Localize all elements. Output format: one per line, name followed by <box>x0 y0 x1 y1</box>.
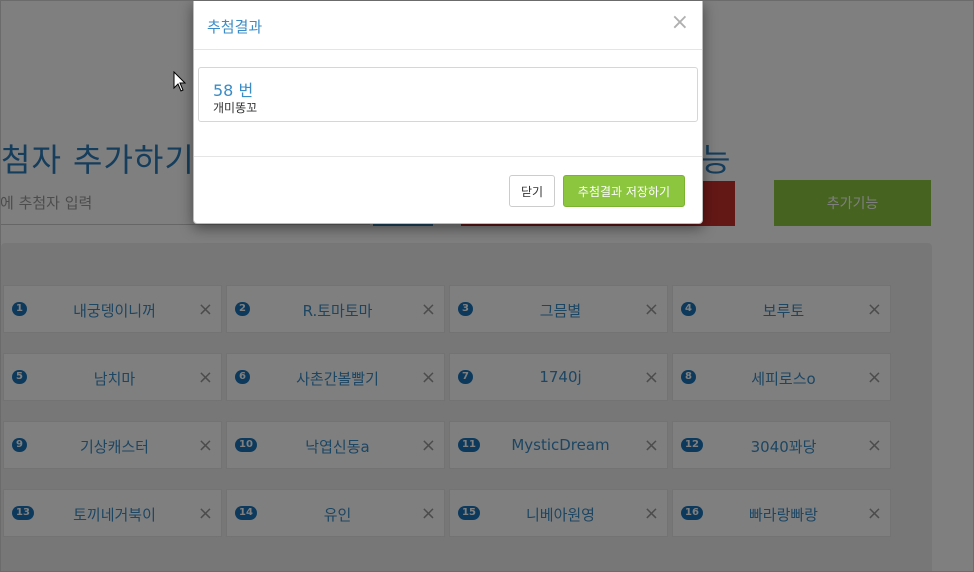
modal-header: 추첨결과 × <box>194 1 702 50</box>
screen-frame: 첨자 추가하기 능 추가기능 1내궁뎅이니꺼×2R.토마토마×3그믐별×4보루토… <box>0 0 974 572</box>
save-result-button[interactable]: 추첨결과 저장하기 <box>563 175 685 207</box>
close-icon[interactable]: × <box>671 11 689 35</box>
result-number: 58 번 <box>213 81 254 100</box>
result-box: 58 번 개미똥꼬 <box>198 67 698 122</box>
modal-footer: 닫기 추첨결과 저장하기 <box>194 156 702 223</box>
mouse-cursor-icon <box>173 71 187 92</box>
close-button[interactable]: 닫기 <box>509 175 555 207</box>
modal-title: 추첨결과 <box>207 18 263 36</box>
result-name: 개미똥꼬 <box>213 101 258 115</box>
draw-result-modal: 추첨결과 × 58 번 개미똥꼬 닫기 추첨결과 저장하기 <box>193 1 703 224</box>
